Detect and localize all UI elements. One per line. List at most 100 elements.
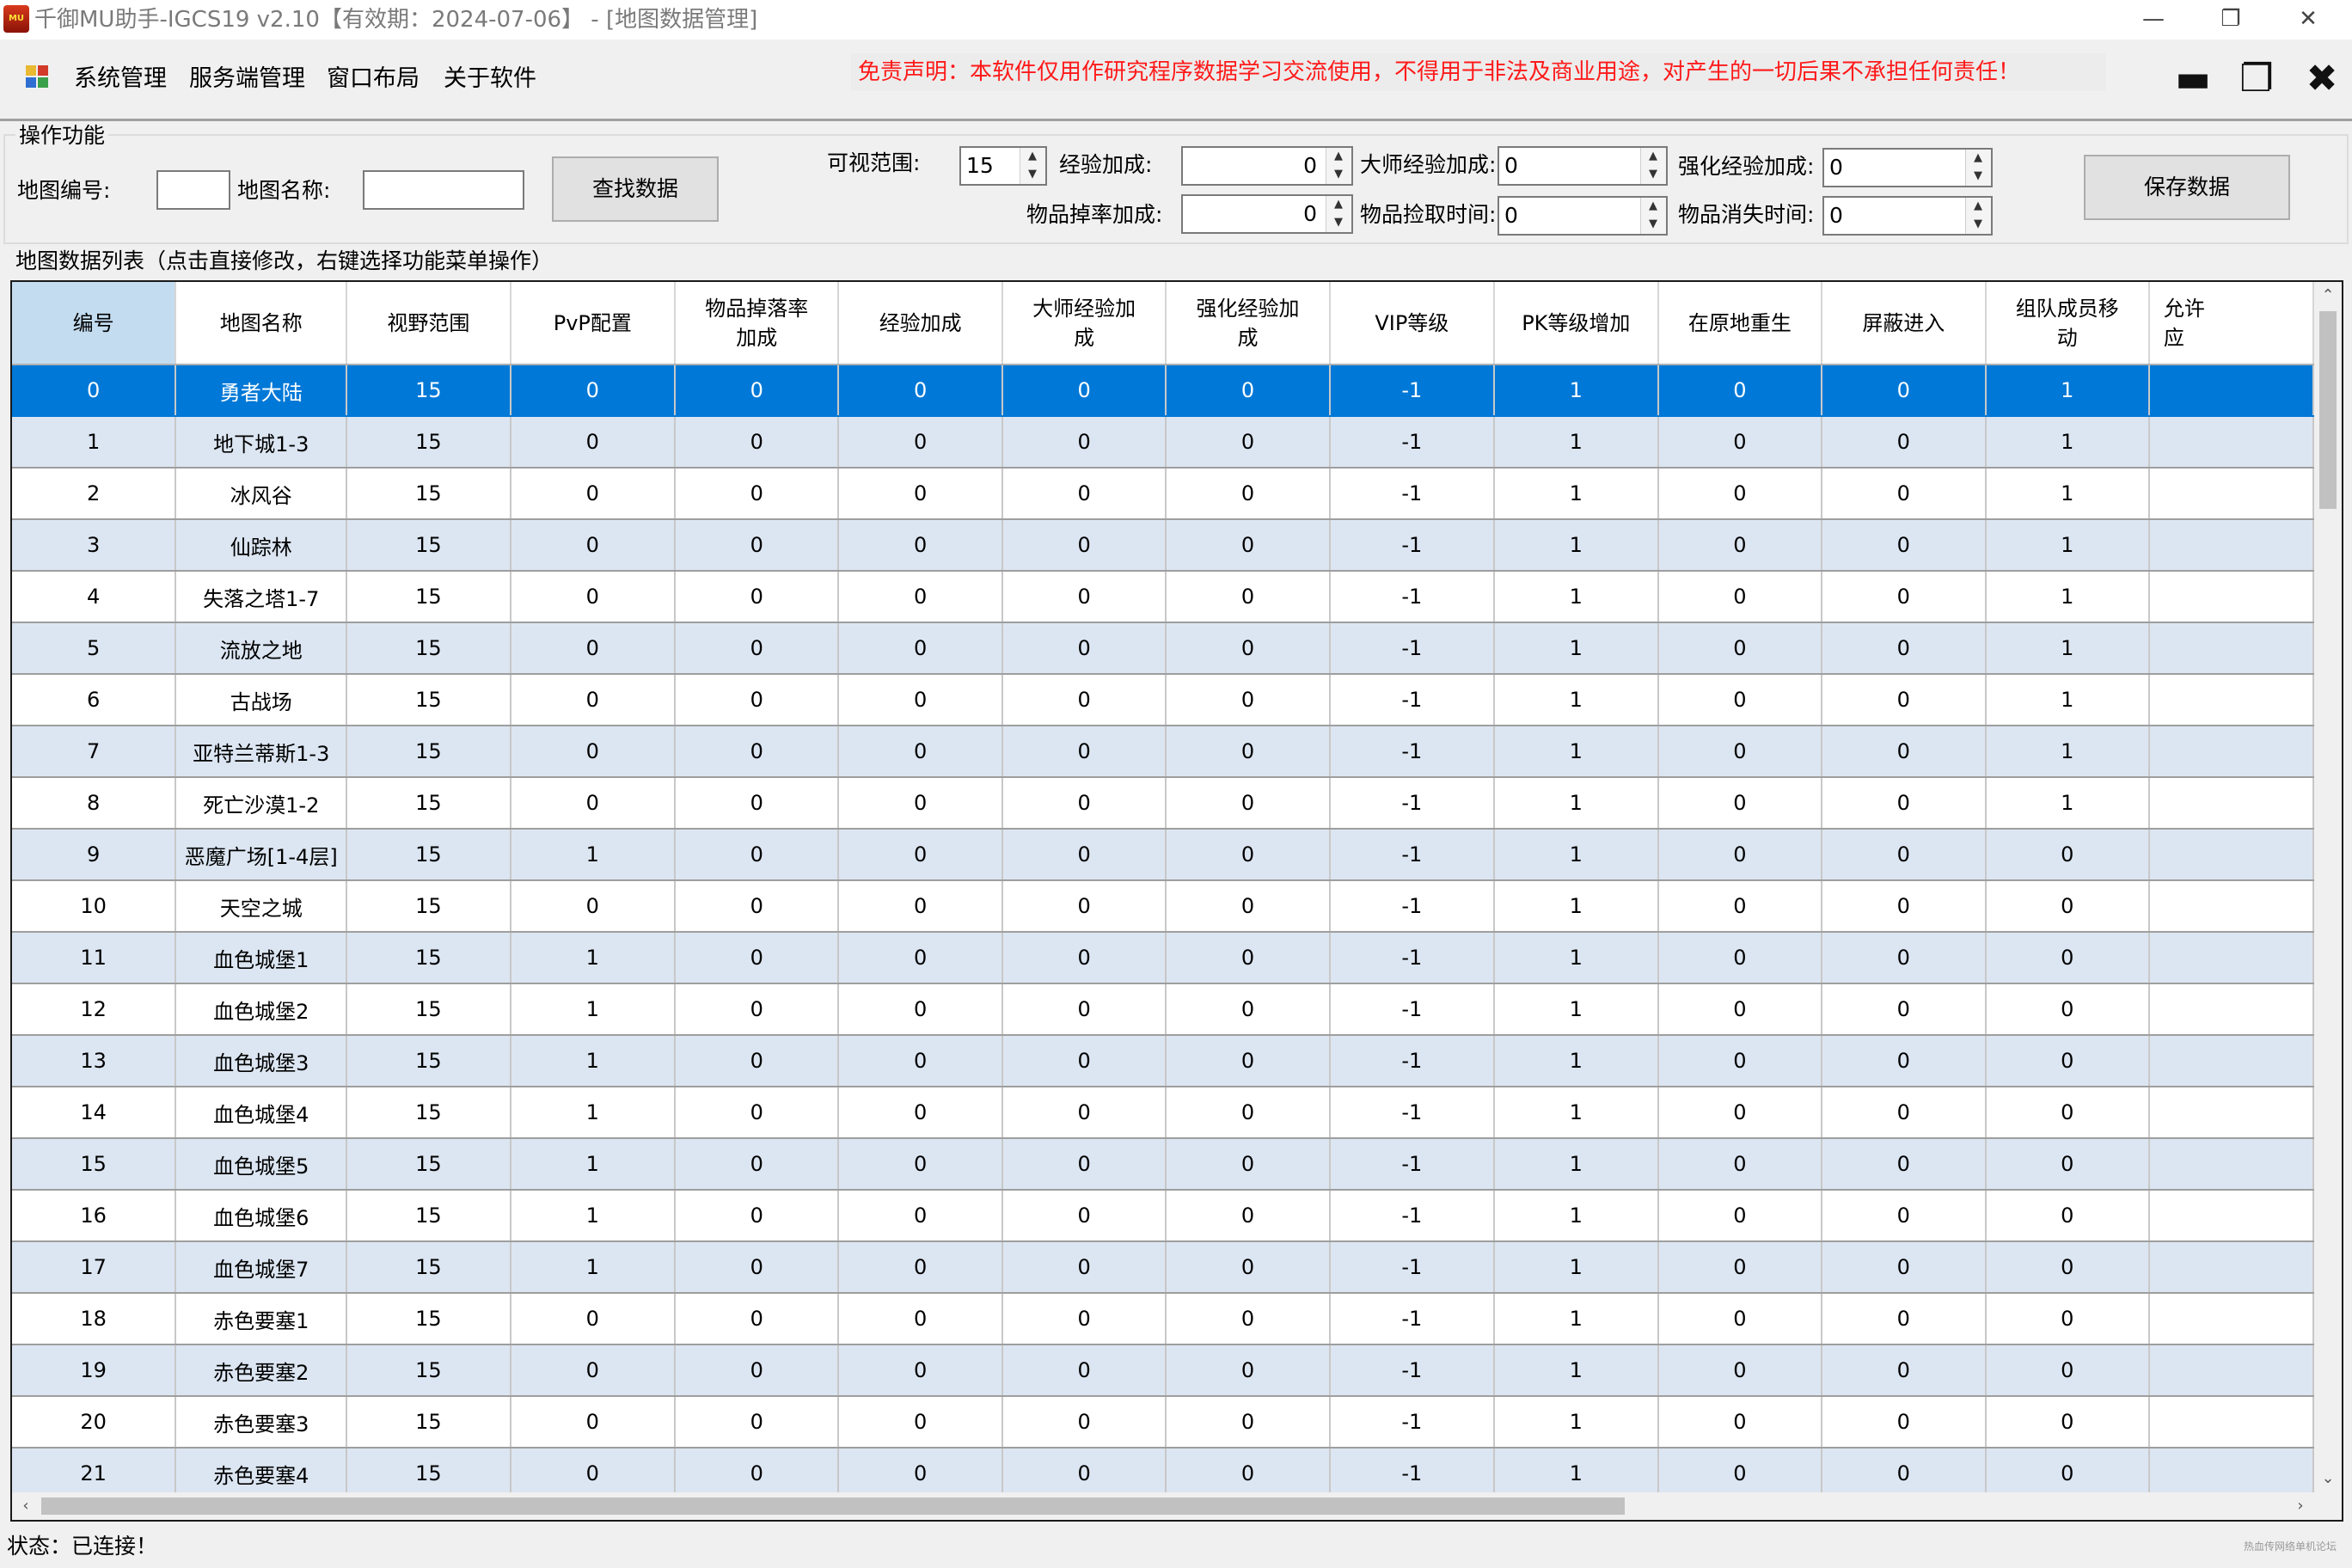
table-cell[interactable]: -1 (1329, 983, 1495, 1036)
table-cell[interactable]: 1 (1985, 571, 2150, 623)
mdi-minimize-button[interactable]: ▬ (2171, 60, 2214, 98)
scroll-down-icon[interactable]: ⌄ (2314, 1465, 2342, 1492)
table-cell[interactable]: 血色城堡4 (175, 1087, 348, 1139)
table-cell[interactable]: 1 (1493, 364, 1659, 417)
table-cell[interactable]: -1 (1329, 1138, 1495, 1191)
table-cell[interactable]: 0 (1822, 571, 1987, 623)
table-cell[interactable]: 1 (1493, 829, 1659, 881)
table-cell[interactable]: 0 (1822, 519, 1987, 572)
table-cell[interactable]: 血色城堡5 (175, 1138, 348, 1191)
table-cell[interactable]: 0 (675, 364, 840, 417)
table-cell[interactable]: 1 (1493, 1448, 1659, 1492)
table-row[interactable]: 18 赤色要塞1 15 0 0 0 0 0 -1 1 0 0 0 (12, 1293, 2314, 1345)
table-cell[interactable]: 0 (1166, 932, 1331, 984)
table-cell[interactable]: 0 (1822, 1087, 1987, 1139)
table-row[interactable]: 19 赤色要塞2 15 0 0 0 0 0 -1 1 0 0 0 (12, 1344, 2314, 1397)
table-cell[interactable] (2148, 1344, 2314, 1397)
table-cell[interactable] (2148, 829, 2314, 881)
spinner-buttons[interactable]: ▲ ▼ (1640, 198, 1666, 234)
column-header[interactable]: 编号 (12, 282, 177, 365)
table-cell[interactable]: 0 (1166, 364, 1331, 417)
table-cell[interactable]: 1 (1493, 1241, 1659, 1294)
table-row[interactable]: 6 古战场 15 0 0 0 0 0 -1 1 0 0 1 (12, 674, 2314, 726)
vertical-scrollbar[interactable]: ⌃ ⌄ (2314, 282, 2342, 1492)
table-cell[interactable]: 1 (1985, 622, 2150, 675)
table-cell[interactable]: 1 (1493, 932, 1659, 984)
table-cell[interactable]: 0 (675, 777, 840, 830)
table-cell[interactable] (2148, 622, 2314, 675)
table-cell[interactable] (2148, 1448, 2314, 1492)
table-cell[interactable]: 1 (510, 1035, 677, 1087)
table-cell[interactable]: 血色城堡1 (175, 932, 348, 984)
table-cell[interactable]: 9 (12, 829, 177, 881)
table-cell[interactable]: 0 (675, 726, 840, 778)
table-cell[interactable]: 0 (1657, 983, 1823, 1036)
horizontal-scrollbar[interactable]: ‹ › (12, 1492, 2314, 1520)
table-cell[interactable]: 0 (1657, 468, 1823, 520)
table-cell[interactable]: 0 (510, 622, 677, 675)
table-cell[interactable]: 0 (1657, 1344, 1823, 1397)
table-cell[interactable]: 6 (12, 674, 177, 726)
table-cell[interactable]: 0 (510, 416, 677, 469)
table-cell[interactable]: 12 (12, 983, 177, 1036)
table-cell[interactable]: 0 (1001, 983, 1167, 1036)
table-cell[interactable]: 0 (1166, 1448, 1331, 1492)
table-cell[interactable]: 0 (1166, 468, 1331, 520)
table-cell[interactable]: 血色城堡2 (175, 983, 348, 1036)
table-cell[interactable] (2148, 1087, 2314, 1139)
table-row[interactable]: 11 血色城堡1 15 1 0 0 0 0 -1 1 0 0 0 (12, 932, 2314, 984)
table-cell[interactable]: 0 (1985, 1087, 2150, 1139)
table-cell[interactable]: 17 (12, 1241, 177, 1294)
table-cell[interactable]: 0 (675, 1448, 840, 1492)
table-cell[interactable]: 恶魔广场[1-4层] (175, 829, 348, 881)
table-row[interactable]: 14 血色城堡4 15 1 0 0 0 0 -1 1 0 0 0 (12, 1087, 2314, 1139)
table-cell[interactable] (2148, 1035, 2314, 1087)
table-cell[interactable]: 1 (510, 1087, 677, 1139)
table-cell[interactable]: 0 (838, 880, 1003, 933)
table-cell[interactable]: 1 (510, 932, 677, 984)
table-cell[interactable] (2148, 932, 2314, 984)
table-cell[interactable]: 0 (1001, 468, 1167, 520)
table-cell[interactable]: -1 (1329, 932, 1495, 984)
table-cell[interactable]: 0 (1166, 1241, 1331, 1294)
table-cell[interactable]: 0 (1166, 1190, 1331, 1242)
table-row[interactable]: 16 血色城堡6 15 1 0 0 0 0 -1 1 0 0 0 (12, 1190, 2314, 1242)
horizontal-scroll-thumb[interactable] (41, 1498, 1625, 1515)
table-cell[interactable]: 0 (1657, 364, 1823, 417)
table-cell[interactable]: 1 (510, 1138, 677, 1191)
table-cell[interactable]: 0 (510, 1396, 677, 1449)
table-cell[interactable] (2148, 364, 2314, 417)
table-cell[interactable]: 1 (1493, 1138, 1659, 1191)
table-cell[interactable]: 赤色要塞2 (175, 1344, 348, 1397)
table-cell[interactable]: 19 (12, 1344, 177, 1397)
table-row[interactable]: 5 流放之地 15 0 0 0 0 0 -1 1 0 0 1 (12, 622, 2314, 675)
column-header[interactable]: 大师经验加成 (1001, 282, 1167, 365)
vanish-time-spinner[interactable]: 0 ▲ ▼ (1822, 196, 1993, 236)
map-name-input[interactable] (363, 170, 524, 210)
table-cell[interactable]: 0 (1001, 364, 1167, 417)
table-cell[interactable]: -1 (1329, 1448, 1495, 1492)
table-cell[interactable]: 0 (1657, 1138, 1823, 1191)
table-cell[interactable]: 0 (838, 364, 1003, 417)
table-cell[interactable]: 15 (346, 1293, 511, 1345)
table-cell[interactable]: 0 (1166, 1035, 1331, 1087)
spinner-buttons[interactable]: ▲ ▼ (1326, 148, 1351, 184)
table-cell[interactable]: 0 (675, 571, 840, 623)
table-cell[interactable]: 0 (838, 1293, 1003, 1345)
table-cell[interactable]: 0 (1001, 416, 1167, 469)
table-cell[interactable]: 流放之地 (175, 622, 348, 675)
table-cell[interactable]: 0 (1985, 880, 2150, 933)
table-cell[interactable]: 15 (346, 1138, 511, 1191)
table-cell[interactable]: 0 (1657, 622, 1823, 675)
column-header[interactable]: 经验加成 (838, 282, 1003, 365)
table-cell[interactable]: -1 (1329, 674, 1495, 726)
table-cell[interactable]: -1 (1329, 364, 1495, 417)
table-cell[interactable]: 0 (510, 726, 677, 778)
table-cell[interactable]: 0 (675, 1087, 840, 1139)
pickup-time-spinner[interactable]: 0 ▲ ▼ (1498, 196, 1668, 236)
menu-about[interactable]: 关于软件 (444, 64, 536, 95)
table-cell[interactable]: 0 (1001, 777, 1167, 830)
table-cell[interactable]: 0 (1822, 364, 1987, 417)
table-cell[interactable]: 1 (1493, 622, 1659, 675)
table-cell[interactable]: 11 (12, 932, 177, 984)
